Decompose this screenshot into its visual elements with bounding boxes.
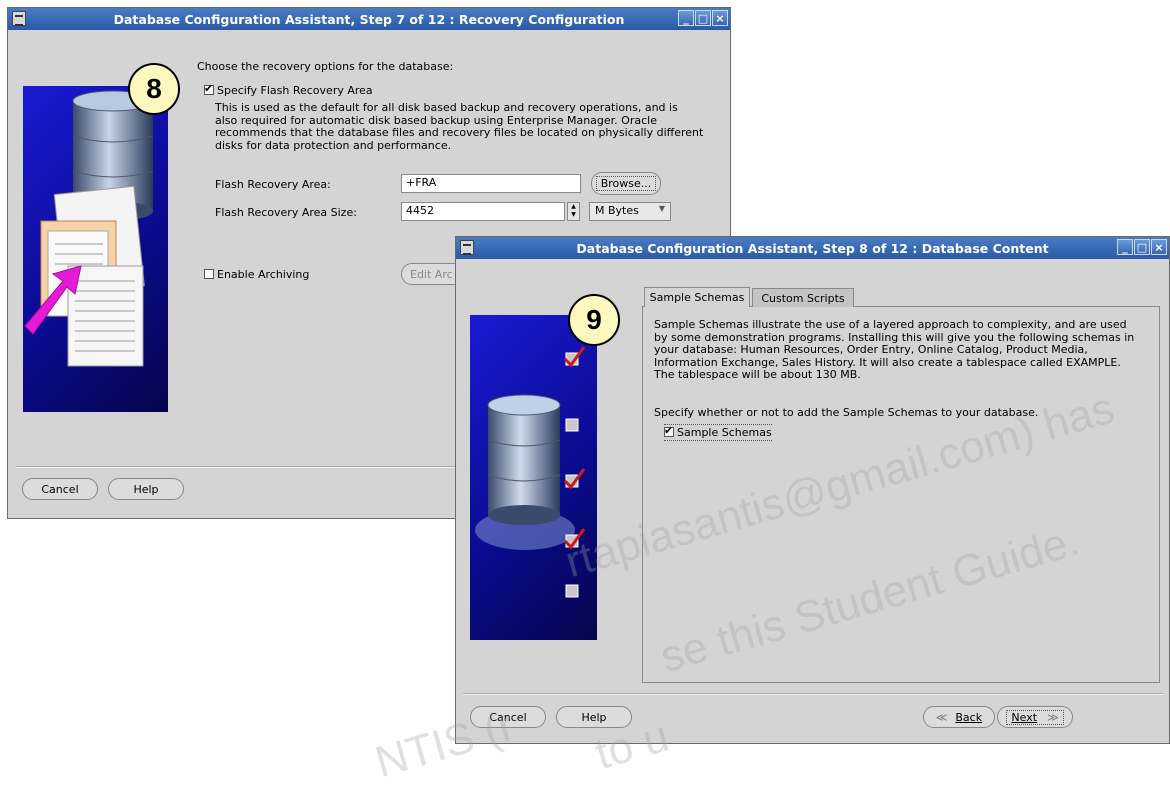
back-arrow-icon: ≪ <box>935 710 948 724</box>
description-line: your database: Human Resources, Order En… <box>654 343 1088 356</box>
tab-custom-scripts[interactable]: Custom Scripts <box>752 288 854 307</box>
spinner-down-icon[interactable]: ▼ <box>568 211 579 219</box>
sample-schemas-checkbox[interactable]: Sample Schemas <box>664 424 772 441</box>
window-controls: _ □ × <box>678 10 728 26</box>
flash-recovery-checkbox[interactable]: Specify Flash Recovery Area <box>204 82 373 97</box>
flash-recovery-checkbox-label: Specify Flash Recovery Area <box>217 84 373 97</box>
titlebar-step-8: Database Configuration Assistant, Step 8… <box>456 237 1169 259</box>
size-spinner[interactable]: ▲ ▼ <box>567 202 580 221</box>
archiving-checkbox-label: Enable Archiving <box>217 268 310 281</box>
next-focus: Next ≫ <box>1006 709 1064 725</box>
minimize-icon[interactable]: _ <box>1117 239 1133 255</box>
maximize-icon[interactable]: □ <box>1134 239 1150 255</box>
close-icon[interactable]: × <box>1151 239 1167 255</box>
database-documents-icon <box>24 90 154 367</box>
recovery-illustration <box>23 86 168 412</box>
size-unit-select[interactable]: M Bytes ▼ <box>589 202 671 221</box>
next-label: Next <box>1011 710 1038 724</box>
flash-area-label: Flash Recovery Area: <box>215 178 331 191</box>
next-arrow-icon: ≫ <box>1047 710 1059 724</box>
browse-button-label: Browse... <box>595 176 657 191</box>
description-line: This is used as the default for all disk… <box>215 101 678 114</box>
description-line: Sample Schemas illustrate the use of a l… <box>654 318 1127 331</box>
window-title: Database Configuration Assistant, Step 7… <box>113 11 625 27</box>
description-line: The tablespace will be about 130 MB. <box>654 368 861 381</box>
titlebar-step-7: Database Configuration Assistant, Step 7… <box>8 8 730 30</box>
step-badge-9: 9 <box>568 294 620 346</box>
flash-area-input[interactable]: +FRA <box>401 174 581 193</box>
cancel-button[interactable]: Cancel <box>22 478 98 500</box>
tab-sample-schemas[interactable]: Sample Schemas <box>644 287 750 307</box>
app-icon <box>12 11 26 26</box>
app-icon <box>460 240 474 255</box>
cancel-button[interactable]: Cancel <box>470 706 546 728</box>
edit-archive-label: Edit Arc <box>410 267 453 281</box>
archiving-checkbox[interactable]: Enable Archiving <box>204 268 309 281</box>
description-line: disks for data protection and performanc… <box>215 138 452 152</box>
database-checklist-icon <box>475 346 586 598</box>
tab-custom-scripts-label: Custom Scripts <box>761 291 845 305</box>
recovery-intro-text: Choose the recovery options for the data… <box>197 60 454 73</box>
back-button[interactable]: ≪ Back <box>923 706 995 728</box>
sample-schemas-checkbox-label: Sample Schemas <box>677 426 772 439</box>
window-controls: _ □ × <box>1117 239 1167 255</box>
checkbox-checked-icon[interactable] <box>204 82 214 95</box>
checkbox-checked-icon[interactable] <box>664 424 674 437</box>
content-illustration <box>470 315 597 640</box>
sample-schemas-panel: Sample Schemas illustrate the use of a l… <box>642 306 1160 683</box>
flash-size-input[interactable]: 4452 <box>401 202 565 221</box>
maximize-icon[interactable]: □ <box>695 10 711 26</box>
flash-size-label: Flash Recovery Area Size: <box>215 206 357 219</box>
checkbox-unchecked-icon[interactable] <box>204 269 214 279</box>
window-title: Database Configuration Assistant, Step 8… <box>576 240 1049 256</box>
sample-schemas-description: Sample Schemas illustrate the use of a l… <box>654 318 1134 382</box>
tab-sample-schemas-label: Sample Schemas <box>649 291 745 304</box>
minimize-icon[interactable]: _ <box>678 10 694 26</box>
help-button[interactable]: Help <box>108 478 184 500</box>
help-label: Help <box>133 482 159 496</box>
next-button[interactable]: Next ≫ <box>997 706 1073 728</box>
cancel-label: Cancel <box>41 482 79 496</box>
separator <box>463 693 1163 695</box>
help-label: Help <box>581 710 607 724</box>
size-unit-value: M Bytes <box>595 204 639 217</box>
specify-text: Specify whether or not to add the Sample… <box>654 406 1039 419</box>
step-badge-8: 8 <box>128 63 180 115</box>
help-button[interactable]: Help <box>556 706 632 728</box>
close-icon[interactable]: × <box>712 10 728 26</box>
browse-button[interactable]: Browse... <box>591 172 661 195</box>
back-label: Back <box>955 710 983 724</box>
flash-description: This is used as the default for all disk… <box>215 101 704 152</box>
cancel-label: Cancel <box>489 710 527 724</box>
dropdown-arrow-icon[interactable]: ▼ <box>659 204 665 213</box>
description-line: recommends that the database files and r… <box>215 126 704 139</box>
spinner-up-icon[interactable]: ▲ <box>568 203 579 211</box>
